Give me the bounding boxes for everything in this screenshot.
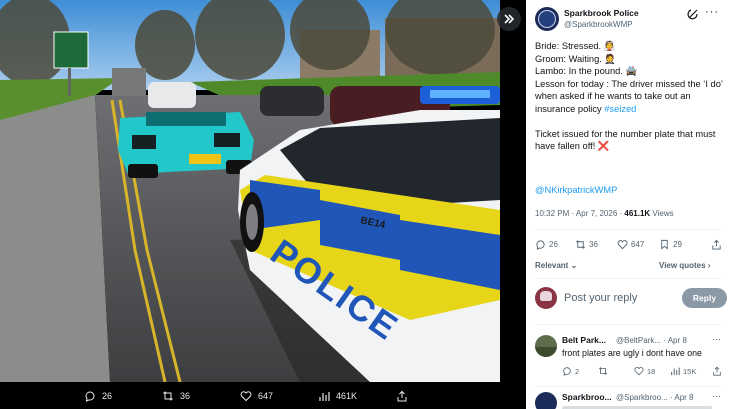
- current-user-avatar[interactable]: [535, 287, 557, 309]
- more-options-icon[interactable]: ···: [712, 334, 721, 344]
- media-repost-action[interactable]: 36: [162, 390, 190, 402]
- share-icon: [712, 239, 721, 250]
- media-repost-count: 36: [180, 391, 191, 401]
- post-line-3: Lambo: In the pound. 🚔: [535, 66, 638, 76]
- reply-count: 26: [549, 240, 558, 249]
- bookmark-icon: [661, 239, 668, 250]
- media-share-action[interactable]: [396, 390, 408, 402]
- hashtag-link[interactable]: #seized: [604, 104, 636, 114]
- post-timestamp[interactable]: 10:32 PM · Apr 7, 2026 ·: [535, 209, 624, 218]
- reply-share-button[interactable]: [712, 366, 722, 376]
- bookmark-count: 29: [673, 240, 682, 249]
- reply-item[interactable]: Belt Park... @BeltPark... · Apr 8 ··· fr…: [535, 334, 727, 385]
- bookmark-button[interactable]: 29: [659, 239, 682, 250]
- reply-author-name[interactable]: Sparkbroo...: [562, 392, 612, 402]
- reply-handle-date: @BeltPark... · Apr 8: [616, 336, 687, 345]
- reply-date[interactable]: · Apr 8: [670, 393, 694, 402]
- chevron-down-icon: ⌄: [570, 261, 578, 270]
- grok-icon[interactable]: [687, 8, 699, 20]
- like-count: 647: [631, 240, 645, 249]
- reply-avatar[interactable]: [535, 392, 557, 409]
- double-chevron-right-icon: [504, 14, 515, 24]
- reply-repost-button[interactable]: [598, 366, 608, 376]
- media-like-action[interactable]: 647: [240, 390, 273, 402]
- divider: [535, 278, 721, 279]
- more-options-icon[interactable]: ···: [712, 391, 721, 401]
- post-meta: 10:32 PM · Apr 7, 2026 · 461.1K Views: [535, 209, 674, 218]
- reply-icon: [536, 240, 545, 250]
- heart-icon: [617, 240, 628, 250]
- chevron-right-icon: ›: [707, 261, 711, 270]
- share-icon: [713, 366, 721, 376]
- reply-author-name[interactable]: Belt Park...: [562, 335, 606, 345]
- repost-button[interactable]: 36: [575, 239, 598, 250]
- like-button[interactable]: 647: [617, 239, 644, 250]
- sort-label: Relevant: [535, 261, 569, 270]
- media-views-count: 461K: [336, 391, 358, 401]
- reply-author-handle[interactable]: @BeltPark...: [616, 336, 661, 345]
- reply-date[interactable]: · Apr 8: [663, 336, 687, 345]
- reply-composer: Post your reply Reply: [535, 286, 727, 312]
- post-body: Bride: Stressed. 👰 Groom: Waiting. 🤵 Lam…: [535, 40, 727, 153]
- post-photo[interactable]: BE14 POLICE: [0, 0, 500, 382]
- reply-like-count: 18: [647, 366, 656, 376]
- reply-submit-button[interactable]: Reply: [682, 288, 727, 308]
- reply-item[interactable]: Sparkbroo... @Sparkbroo... · Apr 8 ···: [535, 391, 727, 409]
- repost-icon: [163, 391, 173, 401]
- media-like-count: 647: [258, 391, 274, 401]
- reply-reply-count: 2: [575, 366, 580, 376]
- views-icon: [319, 392, 330, 401]
- media-reply-count: 26: [102, 391, 113, 401]
- sort-replies-dropdown[interactable]: Relevant ⌄: [535, 261, 577, 270]
- post-viewer: BE14 POLICE 26 36 647 461K Sparkbrook Po…: [0, 0, 730, 409]
- reply-icon: [563, 367, 571, 376]
- reply-button[interactable]: 26: [535, 239, 558, 250]
- view-quotes-link[interactable]: View quotes ›: [659, 261, 710, 270]
- view-quotes-label: View quotes: [659, 261, 706, 270]
- divider: [535, 386, 721, 387]
- post-detail-panel: Sparkbrook Police @SparkbrookWMP ··· Bri…: [526, 0, 730, 409]
- post-line-2: Groom: Waiting. 🤵: [535, 53, 616, 64]
- post-line-1: Bride: Stressed. 👰: [535, 41, 616, 51]
- more-options-icon[interactable]: ···: [705, 6, 719, 18]
- heart-icon: [240, 391, 252, 402]
- lamborghini-car: [118, 112, 254, 178]
- post-views-count: 461.1K: [624, 209, 651, 218]
- post-actions: 26 36 647 29: [535, 239, 725, 253]
- reply-handle-date: @Sparkbroo... · Apr 8: [616, 393, 694, 402]
- expand-panel-button[interactable]: [497, 7, 521, 31]
- share-button[interactable]: [711, 239, 722, 250]
- divider: [535, 229, 721, 230]
- reply-reply-button[interactable]: 2: [562, 366, 579, 376]
- share-icon: [397, 390, 407, 402]
- repost-icon: [576, 240, 585, 249]
- media-reply-action[interactable]: 26: [84, 390, 112, 402]
- post-views-label: Views: [650, 209, 674, 218]
- heart-icon: [634, 367, 644, 376]
- views-icon: [671, 367, 680, 376]
- post-paragraph-2: Ticket issued for the number plate that …: [535, 128, 716, 152]
- reply-icon: [85, 391, 95, 402]
- repost-icon: [598, 367, 608, 375]
- media-views-action[interactable]: 461K: [318, 390, 357, 402]
- reply-input[interactable]: Post your reply: [564, 292, 637, 304]
- reply-avatar[interactable]: [535, 335, 557, 357]
- photo-scene: BE14 POLICE: [0, 0, 500, 382]
- divider: [535, 324, 721, 325]
- media-action-bar: 26 36 647 461K: [0, 382, 526, 409]
- reply-like-button[interactable]: 18: [634, 366, 655, 376]
- post-header: Sparkbrook Police @SparkbrookWMP ···: [535, 6, 725, 33]
- reply-views-count: 15K: [683, 366, 697, 376]
- author-name[interactable]: Sparkbrook Police: [564, 8, 639, 18]
- reply-actions: 2 18 15K: [562, 366, 727, 378]
- reply-author-handle[interactable]: @Sparkbroo...: [616, 393, 668, 402]
- reply-text: front plates are ugly i dont have one: [562, 348, 702, 358]
- author-handle[interactable]: @SparkbrookWMP: [564, 20, 633, 29]
- reply-views-button[interactable]: 15K: [670, 366, 696, 376]
- media-panel: BE14 POLICE 26 36 647 461K: [0, 0, 526, 409]
- mention-link[interactable]: @NKirkpatrickWMP: [535, 185, 617, 195]
- repost-count: 36: [589, 240, 598, 249]
- author-avatar[interactable]: [535, 7, 559, 31]
